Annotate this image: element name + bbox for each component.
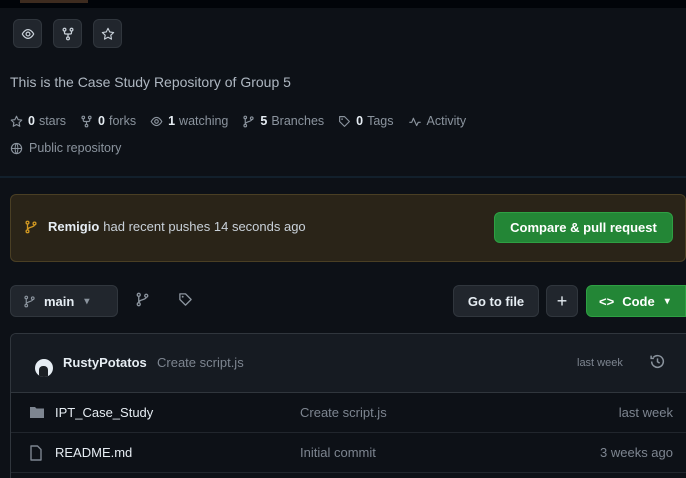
- latest-commit-row: RustyPotatos Create script.js last week: [11, 334, 686, 393]
- stars-link[interactable]: 0 stars: [10, 114, 66, 128]
- repo-description: This is the Case Study Repository of Gro…: [10, 74, 291, 90]
- file-name[interactable]: IPT_Case_Study: [55, 405, 153, 420]
- add-file-button[interactable]: +: [546, 285, 578, 317]
- tags-button[interactable]: [178, 292, 193, 310]
- fork-icon: [61, 27, 74, 40]
- file-icon: [29, 445, 43, 464]
- code-button[interactable]: <> Code ▾: [586, 285, 686, 317]
- file-commit-message[interactable]: Create script.js: [300, 405, 387, 420]
- table-row[interactable]: IPT_Case_Study Create script.js last wee…: [11, 393, 686, 433]
- history-icon[interactable]: [649, 353, 666, 373]
- forks-label: forks: [109, 114, 137, 128]
- watch-button[interactable]: [13, 19, 42, 48]
- tab-underline: [20, 0, 88, 3]
- code-label: Code: [622, 293, 655, 309]
- folder-icon: [29, 405, 45, 422]
- top-strip: [0, 0, 686, 8]
- recent-push-message: Remigio had recent pushes 14 seconds ago: [24, 219, 306, 234]
- chevron-down-icon: ▾: [664, 295, 670, 307]
- avatar[interactable]: [35, 359, 53, 377]
- file-commit-time: last week: [618, 405, 673, 420]
- watching-link[interactable]: 1 watching: [150, 114, 228, 128]
- watching-label: watching: [179, 114, 229, 128]
- stars-count: 0: [28, 114, 35, 128]
- branch-select-button[interactable]: main ▾: [10, 285, 118, 317]
- file-name[interactable]: README.md: [55, 445, 132, 460]
- eye-icon: [150, 116, 163, 126]
- star-button[interactable]: [93, 19, 122, 48]
- commit-time: last week: [577, 357, 623, 369]
- compare-pull-request-button[interactable]: Compare & pull request: [494, 212, 673, 243]
- tag-icon: [339, 115, 351, 127]
- globe-icon: [10, 142, 23, 154]
- repo-stats: 0 stars 0 forks 1 watching 5 Branches 0 …: [10, 114, 480, 128]
- commit-message[interactable]: Create script.js: [157, 355, 244, 370]
- tags-link[interactable]: 0 Tags: [338, 114, 394, 128]
- file-commit-time: 3 weeks ago: [600, 445, 673, 460]
- branches-button[interactable]: [135, 292, 150, 310]
- activity-label: Activity: [426, 114, 467, 128]
- branch-name: main: [44, 293, 75, 309]
- tags-label: Tags: [367, 114, 394, 128]
- forks-count: 0: [98, 114, 105, 128]
- branch-icon: [25, 220, 37, 233]
- push-text: had recent pushes 14 seconds ago: [103, 219, 306, 234]
- branch-icon: [24, 295, 35, 307]
- eye-icon: [21, 28, 34, 39]
- chevron-down-icon: ▾: [84, 295, 90, 307]
- push-user[interactable]: Remigio: [48, 219, 99, 234]
- star-icon: [10, 115, 23, 127]
- branches-count: 5: [260, 114, 268, 128]
- fork-icon: [81, 115, 92, 127]
- forks-link[interactable]: 0 forks: [80, 114, 136, 128]
- watching-count: 1: [168, 114, 176, 128]
- go-to-file-button[interactable]: Go to file: [453, 285, 539, 317]
- visibility-label: Public repository: [10, 141, 121, 155]
- star-icon: [101, 27, 114, 40]
- commit-author[interactable]: RustyPotatos: [63, 355, 147, 370]
- branches-label: Branches: [271, 114, 325, 128]
- branches-link[interactable]: 5 Branches: [242, 114, 324, 128]
- activity-icon: [408, 117, 421, 126]
- divider: [0, 176, 686, 178]
- tags-count: 0: [356, 114, 364, 128]
- visibility-text: Public repository: [29, 141, 122, 155]
- branch-icon: [136, 292, 149, 307]
- branch-icon: [243, 115, 255, 127]
- code-icon: <>: [599, 293, 615, 309]
- file-commit-message[interactable]: Initial commit: [300, 445, 376, 460]
- fork-button[interactable]: [53, 19, 82, 48]
- activity-link[interactable]: Activity: [408, 114, 467, 128]
- table-row[interactable]: README.md Initial commit 3 weeks ago: [11, 433, 686, 473]
- stars-label: stars: [38, 114, 67, 128]
- file-table: RustyPotatos Create script.js last week …: [10, 333, 686, 478]
- tag-icon: [179, 293, 192, 306]
